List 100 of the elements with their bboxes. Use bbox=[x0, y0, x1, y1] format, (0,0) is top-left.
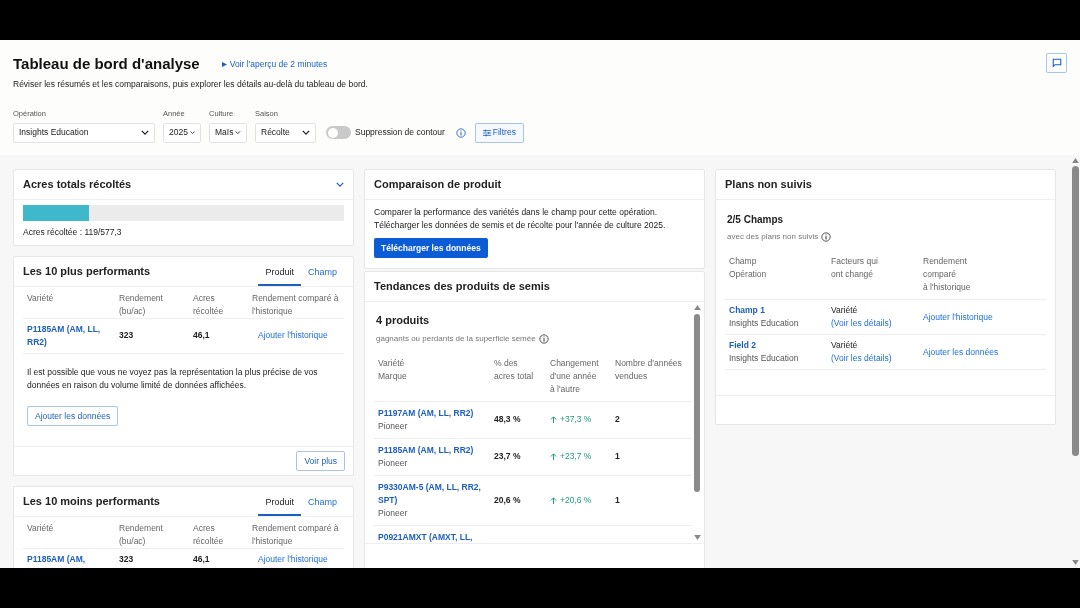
change-value: +37,3 % bbox=[550, 413, 611, 426]
table-cell-text: 46,1 bbox=[193, 329, 211, 343]
card-title: Acres totals récoltés bbox=[23, 177, 132, 193]
page-title: Tableau de bord d'analyse bbox=[13, 54, 200, 74]
variety-link[interactable]: P1185AM (AM, LL, RR2) bbox=[378, 443, 490, 457]
limited-data-note: Il est possible que vous ne voyez pas la représentation la plus précise de vos données en raison du volume limité de données affichées. bbox=[26, 365, 319, 392]
scroll-up-icon[interactable] bbox=[693, 305, 701, 310]
play-icon bbox=[221, 61, 227, 67]
variety-link[interactable]: P1197AM (AM, LL, RR2) bbox=[378, 406, 490, 420]
action-link[interactable]: Ajouter l'historique bbox=[923, 310, 1042, 324]
details-link[interactable]: (Voir les détails) bbox=[831, 317, 923, 330]
action-link[interactable]: Ajouter les données bbox=[923, 345, 1042, 359]
chevron-down-icon bbox=[302, 130, 310, 135]
download-button[interactable]: Télécharger les données bbox=[374, 238, 488, 258]
brand-text: Pioneer bbox=[378, 506, 409, 520]
column-header: Rendement comparé à l'historique bbox=[923, 255, 972, 294]
see-more-button[interactable]: Voir plus bbox=[296, 451, 345, 472]
factor-text: Variété bbox=[831, 339, 859, 352]
table-cell-text: 323 bbox=[119, 553, 135, 566]
chat-icon bbox=[1051, 58, 1062, 68]
card-title: Plans non suivis bbox=[725, 177, 812, 193]
column-header: Rendement comparé à l'historique bbox=[252, 522, 340, 549]
table-cell-text: 323 bbox=[119, 329, 135, 343]
column-header: Facteurs qui ont changé bbox=[831, 255, 879, 281]
variety-link[interactable]: P1185AM (AM, bbox=[27, 553, 115, 567]
tab[interactable]: Champ bbox=[301, 261, 344, 286]
card-title: Tendances des produits de semis bbox=[374, 279, 550, 295]
brand-text: Pioneer bbox=[378, 456, 409, 470]
fields-subtitle: avec des plans non suivis bbox=[725, 231, 1046, 243]
add-data-button[interactable]: Ajouter les données bbox=[27, 406, 119, 427]
dropdown[interactable]: Insights Education bbox=[13, 122, 155, 143]
table-cell-text: 23,7 % bbox=[494, 450, 522, 463]
card-title: Comparaison de produit bbox=[374, 177, 502, 193]
table-cell-text: 1 bbox=[615, 493, 621, 507]
column-header: Champ Opération bbox=[729, 255, 768, 281]
tab[interactable]: Produit bbox=[258, 492, 301, 517]
arrow-up-icon bbox=[550, 416, 557, 423]
chevron-down-icon bbox=[336, 182, 344, 187]
column-header: Rendement (bu/ac) bbox=[119, 522, 164, 549]
page-subtitle: Réviser les résumés et les comparaisons, puis explorer les détails au-delà du tableau de bord. bbox=[13, 77, 369, 91]
acres-reading: Acres récoltée : 119/577,3 bbox=[23, 226, 123, 239]
scroll-up-icon[interactable] bbox=[1071, 158, 1079, 163]
variety-link[interactable]: P9330AM-5 (AM, LL, RR2, SPT) bbox=[378, 480, 490, 507]
factor-text: Variété bbox=[831, 304, 859, 317]
table-cell-text: 46,1 bbox=[193, 553, 211, 566]
table-cell-text: 1 bbox=[615, 450, 621, 463]
products-subtitle: gagnants ou perdants de la superficie semée bbox=[374, 332, 692, 345]
arrow-up-icon bbox=[550, 453, 557, 460]
info-icon[interactable] bbox=[538, 333, 549, 344]
products-count: 4 produits bbox=[375, 313, 431, 328]
card-title: Les 10 moins performants bbox=[23, 494, 160, 510]
change-value: +20,6 % bbox=[550, 493, 611, 507]
add-history-link[interactable]: Ajouter l'historique bbox=[252, 553, 340, 566]
variety-link[interactable]: P1185AM (AM, LL, RR2) bbox=[27, 322, 115, 349]
add-history-link[interactable]: Ajouter l'historique bbox=[252, 329, 340, 343]
info-icon[interactable] bbox=[821, 232, 832, 242]
column-header: % des acres total bbox=[494, 356, 535, 383]
column-header: Changement d'une année à l'autre bbox=[550, 356, 600, 396]
toggle-label: Suppression de contour bbox=[355, 126, 445, 139]
table-cell-text: 48,3 % bbox=[494, 413, 522, 426]
column-header: Rendement comparé à l'historique bbox=[252, 291, 340, 318]
arrow-up-icon bbox=[550, 496, 557, 504]
tour-link[interactable]: Voir l'aperçu de 2 minutes bbox=[221, 57, 328, 71]
filters-button[interactable]: Filtres bbox=[474, 122, 524, 143]
chevron-down-icon bbox=[189, 130, 195, 135]
table-cell-text: 20,6 % bbox=[494, 493, 522, 507]
scrollbar-thumb[interactable] bbox=[1071, 166, 1079, 456]
chevron-down-icon bbox=[141, 130, 149, 135]
feedback-button[interactable] bbox=[1046, 53, 1067, 73]
field-link[interactable]: Champ 1 bbox=[729, 304, 831, 317]
dropdown[interactable]: Maïs bbox=[209, 122, 247, 143]
tab[interactable]: Produit bbox=[258, 261, 301, 286]
column-header: Variété Marque bbox=[378, 356, 408, 383]
operation-text: Insights Education bbox=[729, 317, 800, 330]
field-link[interactable]: Field 2 bbox=[729, 339, 831, 352]
card-title: Les 10 plus performants bbox=[23, 264, 151, 279]
sliders-icon bbox=[482, 128, 491, 137]
scrollbar-thumb[interactable] bbox=[694, 314, 700, 492]
column-header: Acres récoltée bbox=[193, 291, 225, 318]
toggle-switch[interactable] bbox=[326, 126, 351, 139]
fields-count: 2/5 Champs bbox=[726, 213, 785, 227]
info-icon[interactable] bbox=[455, 127, 466, 138]
column-header: Rendement (bu/ac) bbox=[119, 291, 164, 318]
column-header: Variété bbox=[27, 522, 55, 536]
comparison-text: Comparer la performance des variétés dans le champ pour cette opération. Télécharger les données de semis et de récolte pour l'année de culture 2025. bbox=[374, 206, 667, 232]
dropdown[interactable]: 2025 bbox=[163, 122, 201, 143]
dropdown[interactable]: Récolte bbox=[255, 122, 316, 143]
table-cell-text: 2 bbox=[615, 413, 621, 426]
tab[interactable]: Champ bbox=[301, 492, 344, 517]
column-header: Acres récoltée bbox=[193, 522, 225, 549]
variety-link[interactable]: P0921AMXT (AMXT, LL, bbox=[378, 530, 490, 543]
chevron-down-icon bbox=[235, 130, 241, 135]
details-link[interactable]: (Voir les détails) bbox=[831, 352, 923, 365]
change-value: +23,7 % bbox=[550, 450, 611, 463]
column-header: Nombre d'années vendues bbox=[615, 356, 683, 383]
brand-text: Pioneer bbox=[378, 419, 409, 433]
column-header: Variété bbox=[27, 291, 55, 305]
scroll-down-icon[interactable] bbox=[1071, 560, 1079, 565]
scroll-down-icon[interactable] bbox=[693, 535, 701, 540]
operation-text: Insights Education bbox=[729, 352, 800, 365]
